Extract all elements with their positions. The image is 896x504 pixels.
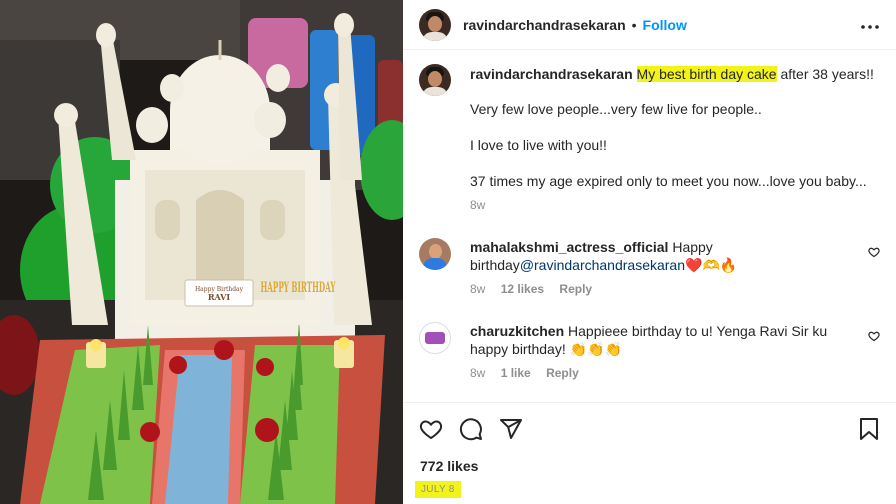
- comment-emoji: ❤️🫶🔥: [685, 257, 738, 273]
- reply-button[interactable]: Reply: [559, 282, 592, 296]
- caption-username[interactable]: ravindarchandrasekaran: [470, 66, 633, 82]
- heart-icon[interactable]: [419, 417, 443, 441]
- caption: ravindarchandrasekaran My best birth day…: [419, 64, 880, 214]
- follow-button[interactable]: Follow: [643, 17, 687, 33]
- post-header: ravindarchandrasekaran • Follow: [403, 0, 896, 50]
- comment-heart-icon[interactable]: [868, 330, 880, 342]
- caption-line-3: I love to live with you!!: [470, 137, 607, 153]
- caption-line-4: 37 times my age expired only to meet you…: [470, 173, 867, 189]
- caption-author-avatar[interactable]: [419, 64, 451, 96]
- commenter-avatar[interactable]: [419, 322, 451, 354]
- post-actions: [419, 416, 880, 442]
- caption-meta: 8w: [470, 196, 880, 214]
- likes-count[interactable]: 772 likes: [420, 458, 478, 474]
- commenter-username[interactable]: charuzkitchen: [470, 323, 564, 339]
- comment-item: charuzkitchen Happieee birthday to u! Ye…: [419, 322, 880, 382]
- birthday-cake-image: Happy Birthday RAVI HAPPY BIRTHDAY: [0, 0, 403, 504]
- comments-section: ravindarchandrasekaran My best birth day…: [403, 50, 896, 402]
- comment-icon[interactable]: [459, 417, 483, 441]
- cake-plaque-line2: RAVI: [208, 292, 230, 302]
- reply-button[interactable]: Reply: [546, 366, 579, 380]
- more-icon[interactable]: [860, 14, 880, 35]
- post-date: JULY 8: [415, 481, 461, 498]
- comment-mention[interactable]: @ravindarchandrasekaran: [520, 257, 685, 273]
- header-separator: •: [631, 16, 637, 33]
- caption-text: after 38 years!!: [776, 66, 874, 82]
- divider: [403, 402, 896, 403]
- caption-line-2: Very few love people...very few live for…: [470, 101, 762, 117]
- author-avatar[interactable]: [419, 8, 451, 41]
- bookmark-icon[interactable]: [858, 417, 880, 441]
- comment-likes[interactable]: 12 likes: [501, 282, 544, 296]
- comment-age: 8w: [470, 366, 486, 380]
- comment-heart-icon[interactable]: [868, 246, 880, 258]
- author-username[interactable]: ravindarchandrasekaran: [463, 17, 626, 33]
- post-photo[interactable]: Happy Birthday RAVI HAPPY BIRTHDAY: [0, 0, 403, 504]
- cake-topper: HAPPY BIRTHDAY: [261, 280, 337, 296]
- comment-age: 8w: [470, 282, 486, 296]
- caption-highlight: My best birth day cake: [636, 66, 777, 82]
- share-icon[interactable]: [499, 417, 523, 441]
- comment-item: mahalakshmi_actress_official Happy birth…: [419, 238, 880, 298]
- commenter-avatar[interactable]: [419, 238, 451, 270]
- caption-age: 8w: [470, 198, 486, 212]
- commenter-username[interactable]: mahalakshmi_actress_official: [470, 239, 668, 255]
- comment-likes[interactable]: 1 like: [501, 366, 531, 380]
- post-detail-panel: ravindarchandrasekaran • Follow ravindar…: [403, 0, 896, 504]
